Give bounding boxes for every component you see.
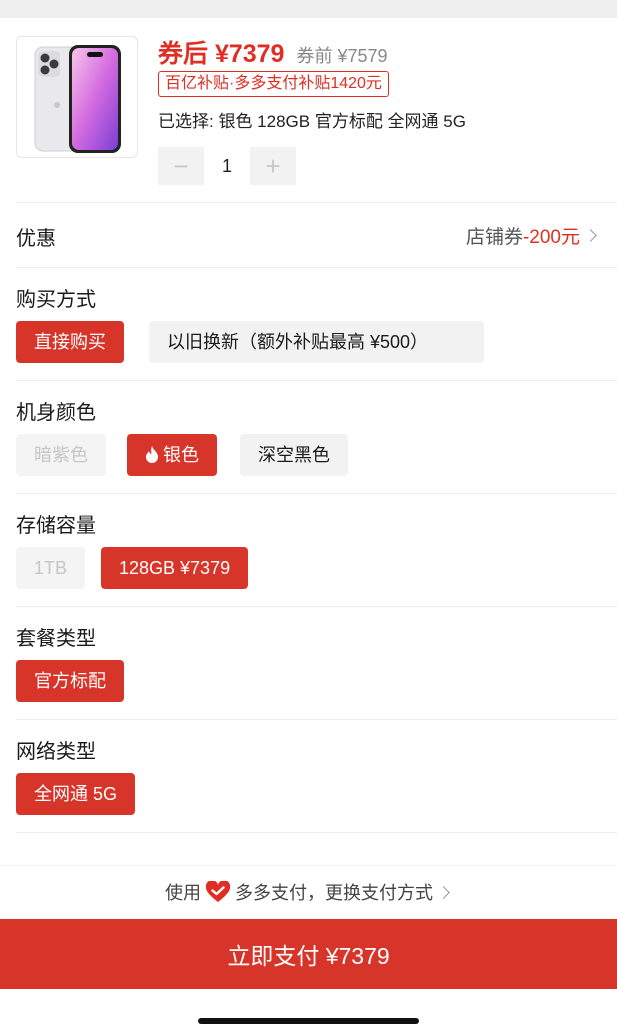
divider: [16, 380, 617, 381]
storage-title: 存储容量: [16, 515, 96, 537]
coupon-label: 优惠: [16, 228, 56, 250]
flame-icon: [146, 446, 158, 463]
package-title: 套餐类型: [16, 628, 96, 650]
store-coupon-amount: -200元: [522, 227, 580, 248]
quantity-value[interactable]: 1: [204, 147, 250, 185]
selected-spec-summary: 已选择: 银色 128GB 官方标配 全网通 5G: [158, 112, 466, 131]
chevron-right-icon: [437, 885, 450, 899]
option-color-silver-label: 银色: [163, 445, 199, 465]
purchase-method-title: 购买方式: [16, 289, 96, 311]
option-color-space-black[interactable]: 深空黑色: [240, 434, 348, 476]
heart-pay-icon: [205, 881, 231, 902]
divider: [16, 202, 617, 203]
quantity-increase-button[interactable]: +: [250, 147, 296, 185]
option-direct-buy[interactable]: 直接购买: [16, 321, 124, 363]
silver-phone-image-icon: [34, 45, 121, 153]
store-coupon-text: 店铺券: [465, 227, 523, 248]
network-title: 网络类型: [16, 741, 96, 763]
option-trade-in[interactable]: 以旧换新（额外补贴最高 ¥500）: [149, 321, 484, 363]
option-storage-1tb[interactable]: 1TB: [16, 547, 86, 589]
divider: [16, 606, 617, 607]
top-strip: [0, 0, 617, 18]
divider: [16, 267, 617, 268]
product-image[interactable]: [16, 36, 138, 158]
price-before-coupon: 券前 ¥7579: [296, 46, 388, 66]
option-color-dark-purple[interactable]: 暗紫色: [16, 434, 106, 476]
payment-method-text: 多多支付，更换支付方式: [235, 883, 433, 903]
store-coupon-selector[interactable]: 店铺券 -200元: [466, 222, 599, 249]
payment-method-selector[interactable]: 使用 多多支付，更换支付方式: [0, 872, 617, 912]
option-network-5g[interactable]: 全网通 5G: [16, 773, 136, 815]
divider: [16, 832, 617, 833]
pay-now-button[interactable]: 立即支付 ¥7379: [0, 919, 617, 989]
subsidy-tag: 百亿补贴·多多支付补贴1420元: [158, 71, 389, 97]
divider: [16, 719, 617, 720]
divider: [0, 865, 617, 866]
quantity-decrease-button[interactable]: −: [158, 147, 204, 185]
chevron-right-icon: [584, 229, 597, 242]
home-indicator: [198, 1018, 419, 1024]
option-storage-128gb[interactable]: 128GB ¥7379: [101, 547, 249, 589]
option-color-silver[interactable]: 银色: [127, 434, 217, 476]
payment-use-prefix: 使用: [165, 883, 201, 903]
option-package-official[interactable]: 官方标配: [16, 660, 124, 702]
divider: [16, 493, 617, 494]
color-title: 机身颜色: [16, 402, 96, 424]
price-row: 券后 ¥7379 券前 ¥7579: [158, 34, 388, 68]
price-after-coupon: 券后 ¥7379: [158, 40, 285, 68]
